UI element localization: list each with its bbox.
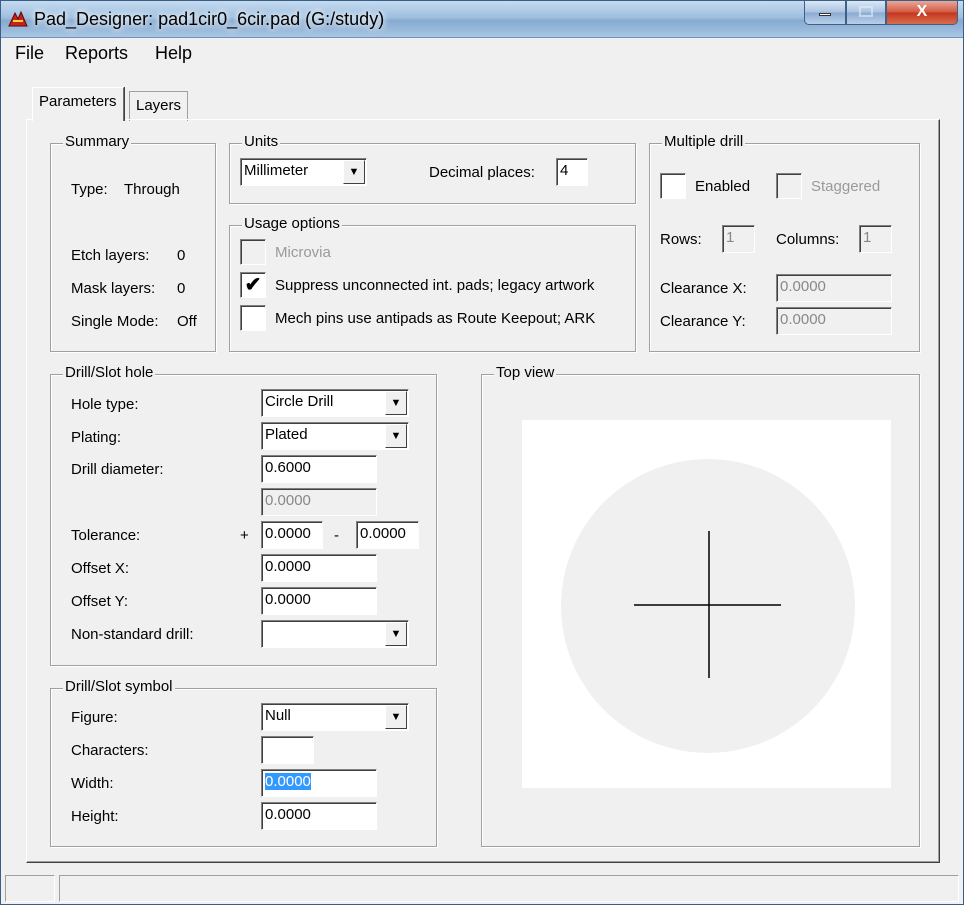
menu-help[interactable]: Help — [155, 43, 192, 64]
width-label: Width: — [71, 775, 114, 792]
height-label: Height: — [71, 808, 119, 825]
enabled-label: Enabled — [695, 178, 751, 195]
chevron-down-icon[interactable]: ▼ — [343, 160, 365, 184]
mask-layers-value: 0 — [177, 280, 186, 297]
tolerance-plus-input[interactable]: 0.0000 — [261, 521, 323, 549]
close-icon: X — [916, 3, 928, 20]
status-cell-left — [5, 875, 55, 902]
menu-file[interactable]: File — [15, 43, 44, 64]
title-bar[interactable]: Pad_Designer: pad1cir0_6cir.pad (G:/stud… — [1, 1, 963, 38]
figure-dropdown[interactable]: Null ▼ — [261, 703, 409, 731]
drill-diameter-label: Drill diameter: — [71, 461, 164, 478]
app-window: Pad_Designer: pad1cir0_6cir.pad (G:/stud… — [0, 0, 964, 905]
minimize-icon — [819, 13, 831, 16]
clearance-x-label: Clearance X: — [660, 280, 747, 297]
staggered-checkbox[interactable] — [776, 173, 802, 199]
non-standard-drill-label: Non-standard drill: — [71, 626, 194, 643]
units-value: Millimeter — [244, 162, 309, 179]
suppress-checkbox[interactable]: ✔ — [240, 272, 266, 298]
type-value: Through — [124, 181, 180, 198]
app-icon — [8, 10, 28, 27]
tolerance-plus-sign: + — [240, 527, 249, 544]
mech-pins-label: Mech pins use antipads as Route Keepout;… — [275, 310, 596, 327]
characters-label: Characters: — [71, 742, 149, 759]
suppress-label: Suppress unconnected int. pads; legacy a… — [275, 277, 595, 294]
chevron-down-icon[interactable]: ▼ — [385, 391, 407, 415]
offset-x-label: Offset X: — [71, 560, 130, 577]
hole-type-label: Hole type: — [71, 396, 139, 413]
multiple-drill-title: Multiple drill — [662, 133, 746, 150]
hole-type-dropdown[interactable]: Circle Drill ▼ — [261, 389, 409, 417]
figure-label: Figure: — [71, 709, 118, 726]
summary-title: Summary — [63, 133, 132, 150]
tab-parameters[interactable]: Parameters — [32, 87, 124, 121]
plating-dropdown[interactable]: Plated ▼ — [261, 422, 409, 450]
columns-input[interactable]: 1 — [859, 225, 892, 253]
etch-layers-value: 0 — [177, 247, 186, 264]
drill-slot-symbol-title: Drill/Slot symbol — [63, 678, 175, 695]
single-mode-value: Off — [177, 313, 197, 330]
height-input[interactable]: 0.0000 — [261, 802, 377, 830]
width-value: 0.0000 — [265, 773, 311, 790]
width-input[interactable]: 0.0000 — [261, 769, 377, 797]
close-button[interactable]: X — [886, 1, 958, 25]
characters-input[interactable] — [261, 736, 314, 764]
clearance-y-input[interactable]: 0.0000 — [776, 307, 892, 335]
non-standard-drill-dropdown[interactable]: ▼ — [261, 620, 409, 648]
window-title: Pad_Designer: pad1cir0_6cir.pad (G:/stud… — [34, 9, 385, 29]
microvia-label: Microvia — [275, 244, 331, 261]
type-label: Type: — [71, 181, 108, 198]
usage-options-title: Usage options — [242, 215, 342, 232]
minimize-button[interactable] — [804, 1, 846, 25]
status-cell-main — [59, 875, 959, 902]
checkmark-icon: ✔ — [244, 274, 262, 296]
units-title: Units — [242, 133, 281, 150]
single-mode-label: Single Mode: — [71, 313, 159, 330]
figure-value: Null — [265, 707, 291, 724]
decimal-places-label: Decimal places: — [429, 164, 535, 181]
plating-label: Plating: — [71, 429, 122, 446]
offset-y-label: Offset Y: — [71, 593, 128, 610]
maximize-icon — [859, 6, 873, 17]
menu-reports[interactable]: Reports — [65, 43, 128, 64]
mech-pins-checkbox[interactable] — [240, 305, 266, 331]
status-bar — [1, 873, 963, 904]
hole-type-value: Circle Drill — [265, 393, 334, 410]
pad-preview-canvas — [522, 420, 891, 788]
top-view-title: Top view — [494, 364, 557, 381]
clearance-x-input[interactable]: 0.0000 — [776, 274, 892, 302]
clearance-y-label: Clearance Y: — [660, 313, 746, 330]
drill-slot-hole-title: Drill/Slot hole — [63, 364, 156, 381]
chevron-down-icon[interactable]: ▼ — [385, 622, 407, 646]
tolerance-minus-input[interactable]: 0.0000 — [356, 521, 419, 549]
menu-bar: File Reports Help — [1, 39, 963, 69]
offset-y-input[interactable]: 0.0000 — [261, 587, 377, 615]
mask-layers-label: Mask layers: — [71, 280, 156, 297]
columns-label: Columns: — [776, 231, 840, 248]
staggered-label: Staggered — [811, 178, 881, 195]
chevron-down-icon[interactable]: ▼ — [385, 424, 407, 448]
pad-preview-svg — [561, 459, 855, 753]
etch-layers-label: Etch layers: — [71, 247, 150, 264]
maximize-button[interactable] — [846, 1, 886, 25]
microvia-checkbox[interactable] — [240, 239, 266, 265]
tab-layers[interactable]: Layers — [129, 91, 189, 121]
rows-input[interactable]: 1 — [722, 225, 755, 253]
plating-value: Plated — [265, 426, 308, 443]
rows-label: Rows: — [660, 231, 702, 248]
chevron-down-icon[interactable]: ▼ — [385, 705, 407, 729]
offset-x-input[interactable]: 0.0000 — [261, 554, 377, 582]
drill-diameter-secondary-input[interactable]: 0.0000 — [261, 488, 377, 516]
tolerance-minus-sign: - — [334, 527, 339, 544]
drill-diameter-input[interactable]: 0.6000 — [261, 455, 377, 483]
decimal-places-input[interactable]: 4 — [556, 158, 588, 186]
tolerance-label: Tolerance: — [71, 527, 141, 544]
units-dropdown[interactable]: Millimeter ▼ — [240, 158, 367, 186]
pad-shape — [561, 459, 855, 753]
enabled-checkbox[interactable] — [660, 173, 686, 199]
